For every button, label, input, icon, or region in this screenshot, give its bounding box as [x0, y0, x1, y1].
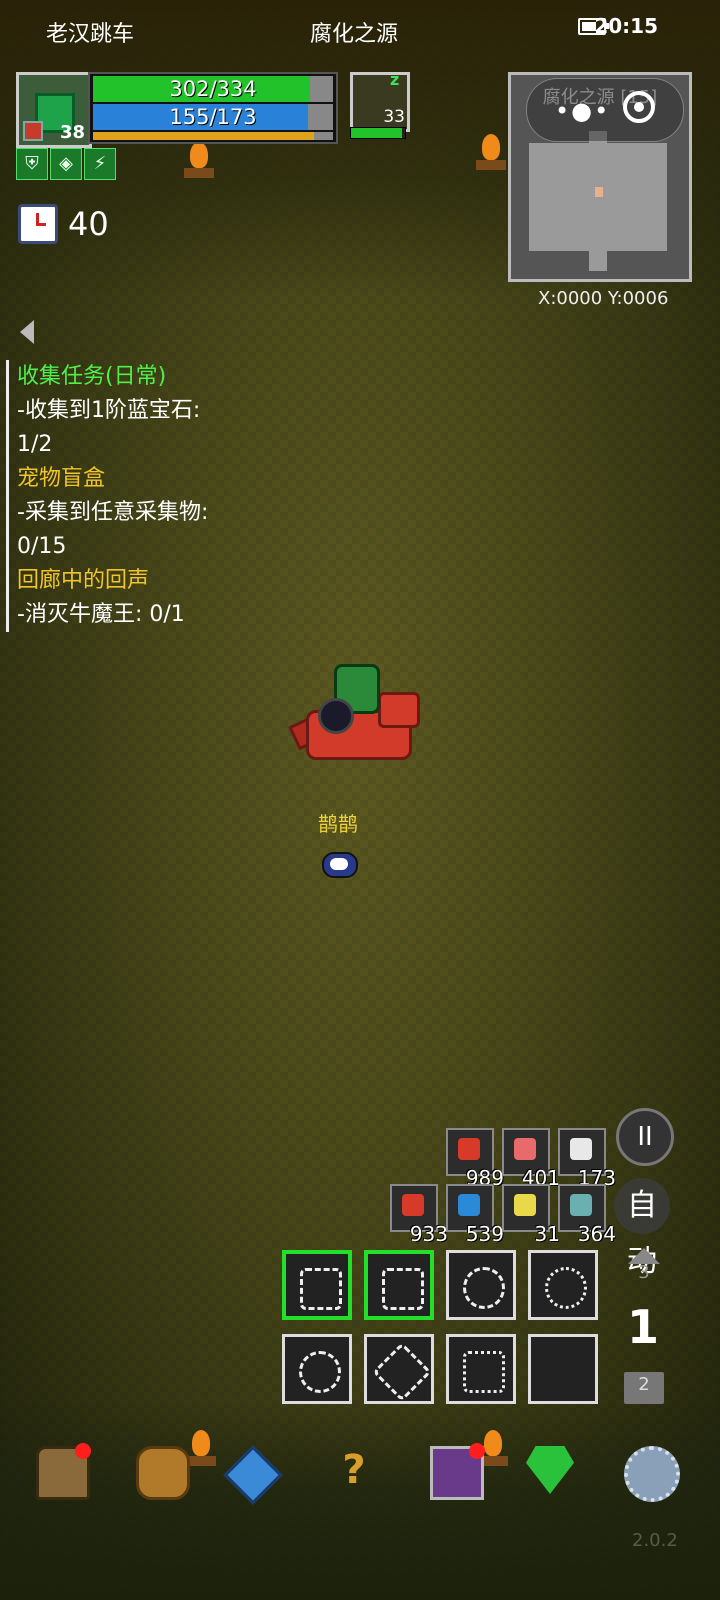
pet-level: 33 — [383, 107, 405, 127]
quest-title[interactable]: 宠物盲盒 — [17, 462, 337, 496]
item-count: 31 — [534, 1222, 560, 1246]
round-shield-icon — [318, 698, 354, 734]
campfire — [182, 142, 216, 182]
scroll-icon[interactable]: 31 — [502, 1184, 560, 1246]
pet-hp-fill — [351, 128, 403, 138]
item-count: 933 — [409, 1222, 448, 1246]
skill-page-current: 1 — [626, 1300, 659, 1354]
shield-buff-icon[interactable]: ⛨ — [16, 148, 48, 180]
alarm-clock-icon — [18, 204, 58, 244]
book-icon[interactable] — [430, 1443, 485, 1500]
red-meat-icon[interactable]: 989 — [446, 1128, 504, 1190]
quest-line: -收集到1阶蓝宝石: — [17, 398, 201, 423]
shield-skill-icon[interactable] — [282, 1250, 352, 1320]
quest-tracker[interactable]: 收集任务(日常) -收集到1阶蓝宝石: 1/2 宠物盲盒 -采集到任意采集物: … — [6, 360, 337, 632]
sleep-icon: z — [390, 70, 400, 89]
campfire — [474, 134, 508, 174]
ring-skill-icon[interactable] — [446, 1250, 516, 1320]
pet-hp-bar — [350, 127, 406, 139]
item-count: 539 — [465, 1222, 504, 1246]
player-coordinates: X:0000 Y:0006 — [538, 288, 669, 309]
question-icon[interactable]: ? — [330, 1446, 378, 1494]
magpie-pet — [318, 842, 358, 878]
hp-bar: 302/334 — [93, 76, 333, 102]
mp-bar: 155/173 — [93, 104, 333, 130]
game-screen[interactable]: 老汉跳车 腐化之源 20:15 38 302/334 155/173 33 z … — [0, 0, 720, 1600]
skill-page-down-button[interactable]: 2 — [624, 1372, 664, 1404]
quest-title[interactable]: 回廊中的回声 — [17, 564, 337, 598]
hp-potion-icon[interactable]: 401 — [502, 1128, 560, 1190]
slash-skill-icon[interactable] — [364, 1334, 434, 1404]
gear-ring-skill-icon[interactable] — [528, 1250, 598, 1320]
hp-text: 302/334 — [169, 77, 257, 101]
item-count: 364 — [577, 1222, 616, 1246]
speed-buff-icon[interactable]: ⚡ — [84, 148, 116, 180]
timer-value: 40 — [68, 205, 109, 243]
minimap-player-marker — [595, 187, 603, 197]
forest-bottom — [0, 1400, 720, 1600]
auto-button[interactable]: 自动 — [614, 1178, 670, 1279]
speed-skill-icon[interactable] — [364, 1250, 434, 1320]
fish-icon[interactable]: 364 — [558, 1184, 616, 1246]
minimap-door — [589, 251, 607, 271]
status-center-text: 腐化之源 — [310, 22, 399, 47]
quest-line: -消灭牛魔王: 0/1 — [17, 602, 185, 627]
collapse-quests-icon[interactable] — [20, 320, 34, 344]
armor-buff-icon[interactable]: ◈ — [50, 148, 82, 180]
quest-line: 0/15 — [17, 534, 67, 559]
notification-dot — [75, 1443, 91, 1459]
red-fish-icon[interactable]: 933 — [390, 1184, 448, 1246]
buff-list: ⛨ ◈ ⚡ — [16, 148, 116, 180]
helmet-icon[interactable] — [36, 1443, 91, 1500]
player-level: 38 — [59, 122, 85, 143]
notification-dot — [469, 1443, 485, 1459]
pet-portrait[interactable]: 33 — [350, 72, 410, 132]
empty-skill-slot[interactable] — [528, 1334, 598, 1404]
status-bar: 老汉跳车 腐化之源 20:15 — [0, 0, 720, 60]
skill-page-up-button[interactable]: 3 — [624, 1248, 664, 1283]
player-portrait[interactable]: 38 — [16, 72, 92, 148]
burst-skill-icon[interactable] — [282, 1334, 352, 1404]
scatter-skill-icon[interactable] — [446, 1334, 516, 1404]
quest-line: 1/2 — [17, 432, 53, 457]
status-left-text: 老汉跳车 — [46, 22, 135, 47]
quest-line: -采集到任意采集物: — [17, 500, 209, 525]
weapon-icon — [23, 121, 43, 141]
mini-program-capsule: •●• — [526, 78, 684, 142]
quest-title[interactable]: 收集任务(日常) — [17, 360, 337, 394]
mp-text: 155/173 — [169, 105, 257, 129]
player-bars: 302/334 155/173 — [88, 72, 338, 144]
xp-fill — [93, 132, 314, 140]
bag-icon[interactable] — [136, 1446, 190, 1500]
pause-button[interactable]: II — [616, 1108, 674, 1166]
settings-gear-icon[interactable] — [624, 1446, 680, 1502]
clock-time: 20:15 — [594, 14, 658, 38]
xp-bar — [93, 132, 333, 140]
pet-name-label: 鹊鹊 — [318, 812, 358, 836]
more-menu-icon[interactable]: •●• — [555, 97, 610, 125]
minimap-room — [529, 143, 667, 251]
timer: 40 — [18, 204, 109, 244]
close-target-icon[interactable] — [623, 91, 655, 123]
version-label: 2.0.2 — [632, 1530, 678, 1551]
blue-fish-icon[interactable]: 539 — [446, 1184, 504, 1246]
hp-potion-large-icon[interactable]: 173 — [558, 1128, 616, 1190]
